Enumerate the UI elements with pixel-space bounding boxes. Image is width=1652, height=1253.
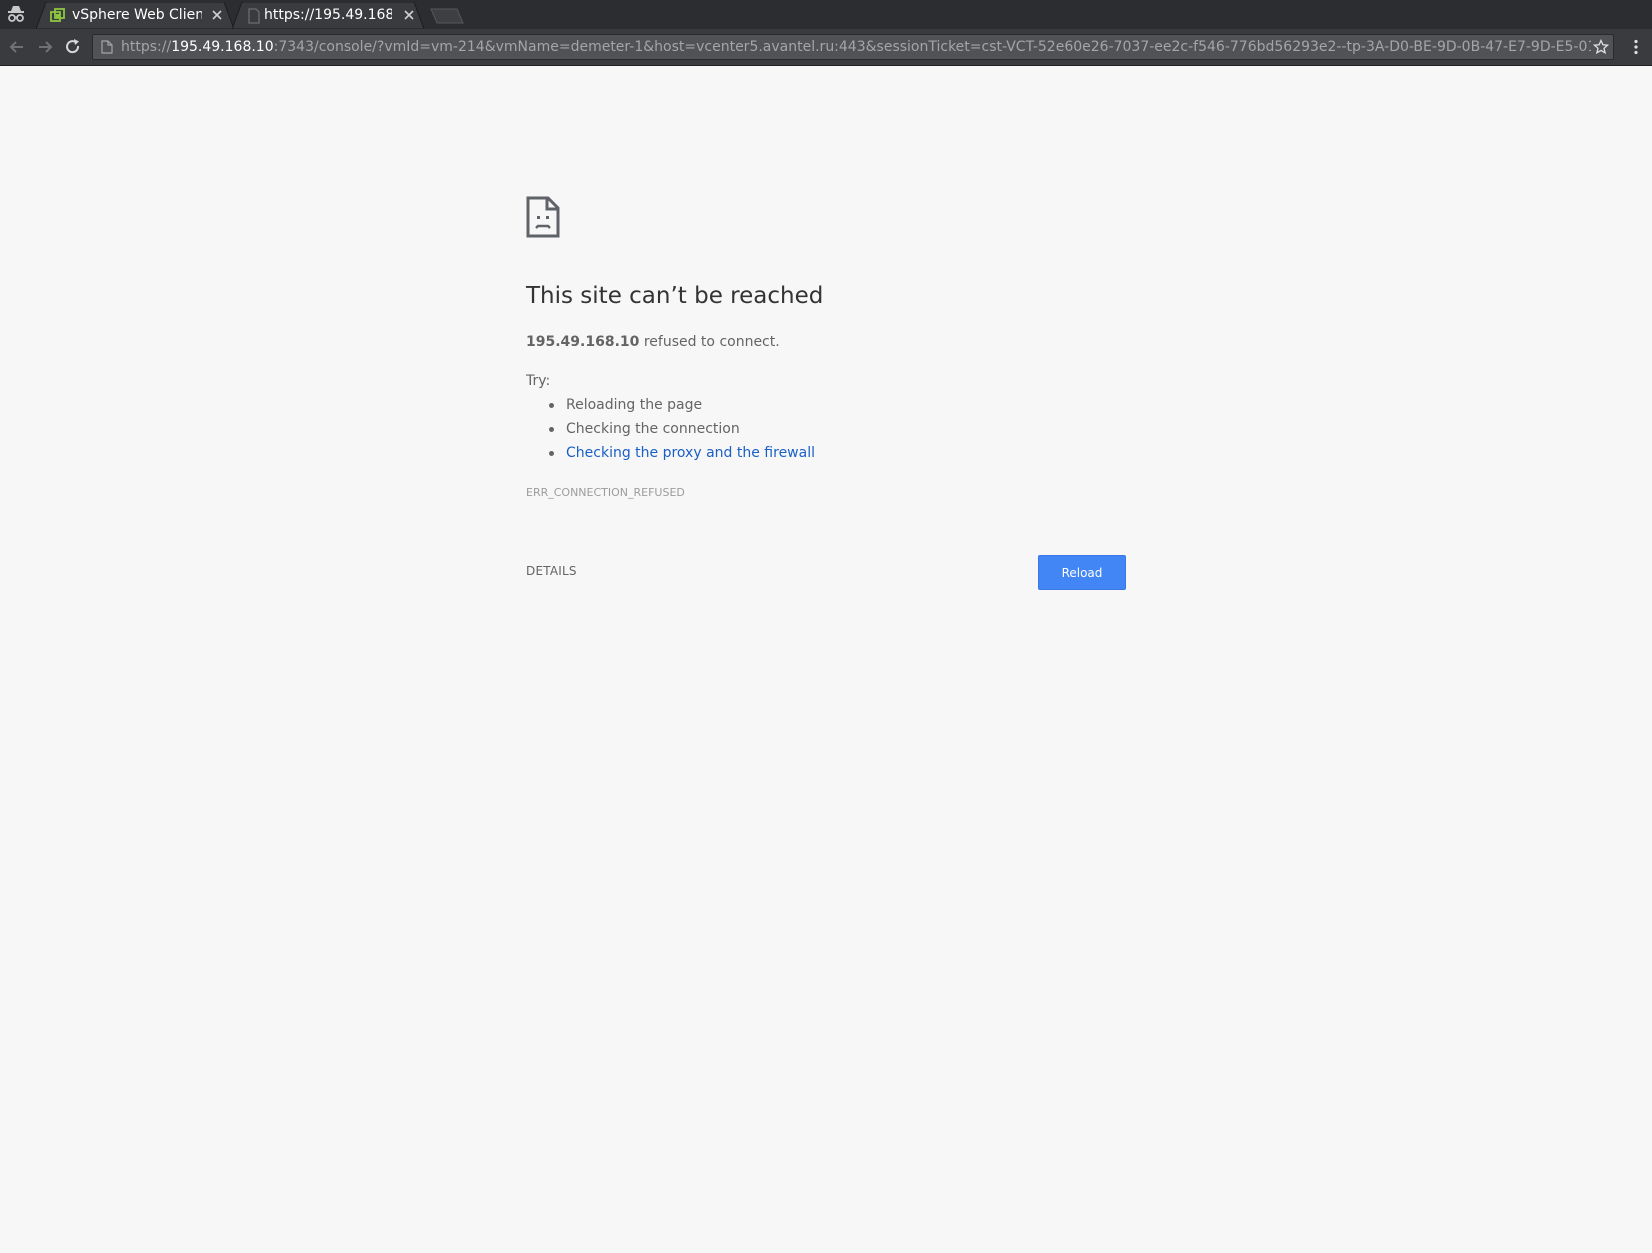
error-code: ERR_CONNECTION_REFUSED	[526, 486, 685, 499]
error-host: 195.49.168.10	[526, 334, 640, 350]
reload-button[interactable]: Reload	[1038, 555, 1126, 590]
list-item: Reloading the page	[526, 393, 815, 417]
page-info-icon[interactable]	[101, 40, 113, 54]
back-arrow-icon[interactable]	[7, 37, 27, 57]
list-item: Checking the proxy and the firewall	[526, 441, 815, 465]
vsphere-icon	[50, 8, 65, 22]
tab-console[interactable]: https://195.49.168.10:7343/console/?vmId…	[232, 2, 424, 29]
incognito-icon	[8, 6, 24, 22]
suggestion-reload: Reloading the page	[566, 397, 703, 413]
url-path: :7343/console/?vmId=vm-214&vmName=demete…	[273, 39, 1591, 55]
bullet	[549, 403, 554, 408]
menu-kebab-icon[interactable]	[1628, 38, 1644, 56]
toolbar-divider	[0, 65, 1652, 66]
details-button[interactable]: DETAILS	[526, 563, 577, 579]
tab-title: https://195.49.168.10:7343/console/?vmId…	[264, 7, 392, 23]
try-label: Try:	[526, 373, 551, 389]
new-tab-button[interactable]	[430, 8, 464, 24]
proxy-firewall-link[interactable]: Checking the proxy and the firewall	[566, 445, 815, 461]
reload-icon[interactable]	[63, 37, 83, 57]
page-icon	[248, 8, 260, 24]
bookmark-star-icon[interactable]	[1593, 39, 1609, 55]
address-url[interactable]: https://195.49.168.10:7343/console/?vmId…	[121, 38, 1591, 56]
tab-title: vSphere Web Client	[72, 7, 202, 23]
suggestion-connection: Checking the connection	[566, 421, 740, 437]
close-icon[interactable]	[210, 8, 224, 22]
error-summary: 195.49.168.10 refused to connect.	[526, 333, 780, 351]
tab-strip: vSphere Web Client https://195.49.168.10…	[0, 0, 1652, 29]
suggestions-list: Reloading the page Checking the connecti…	[526, 393, 815, 465]
url-host: 195.49.168.10	[171, 39, 274, 55]
forward-arrow-icon[interactable]	[35, 37, 55, 57]
url-scheme: https://	[121, 39, 172, 55]
bullet	[549, 427, 554, 432]
bullet	[549, 451, 554, 456]
close-icon[interactable]	[402, 8, 416, 22]
tab-vsphere-web-client[interactable]: vSphere Web Client	[36, 2, 234, 29]
address-bar[interactable]: https://195.49.168.10:7343/console/?vmId…	[92, 34, 1614, 60]
error-summary-text: refused to connect.	[639, 334, 780, 350]
list-item: Checking the connection	[526, 417, 815, 441]
sad-document-icon	[526, 196, 560, 238]
error-heading: This site can’t be reached	[526, 283, 824, 309]
